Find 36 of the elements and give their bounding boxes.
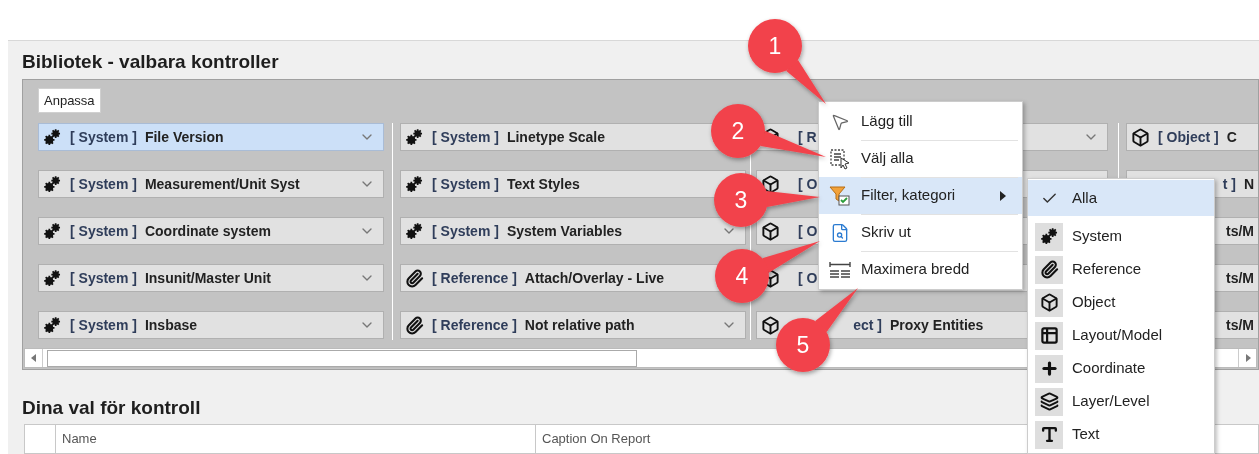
control-name: Coordinate system bbox=[144, 221, 271, 241]
control-name: ts/M bbox=[1226, 315, 1254, 335]
category-label: [ O bbox=[798, 174, 818, 194]
control-name: Proxy Entities bbox=[890, 315, 984, 335]
category-label: [ System ] bbox=[70, 221, 137, 241]
category-label: [ Reference ] bbox=[432, 315, 517, 335]
control-name: N bbox=[1243, 174, 1254, 194]
control-name: Measurement/Unit Syst bbox=[144, 174, 300, 194]
category-label: [ Reference ] bbox=[432, 268, 517, 288]
category-label: [ System ] bbox=[432, 221, 499, 241]
category-label: [ System ] bbox=[70, 174, 137, 194]
section-title: Dina val för kontroll bbox=[22, 396, 201, 421]
control-name: System Variables bbox=[506, 221, 623, 241]
control-name: Text Styles bbox=[506, 174, 580, 194]
category-label: [ O bbox=[798, 268, 818, 288]
category-label: [ System ] bbox=[432, 174, 499, 194]
section-title: Bibliotek - valbara kontroller bbox=[22, 50, 279, 74]
category-label: [ System ] bbox=[70, 127, 137, 147]
category-label: [ Object ] bbox=[1158, 127, 1219, 147]
control-name: Insbase bbox=[144, 315, 198, 335]
category-label: [ O bbox=[798, 221, 818, 241]
control-name: Attach/Overlay - Live bbox=[524, 268, 665, 288]
control-name: Insunit/Master Unit bbox=[144, 268, 271, 288]
category-label: [ System ] bbox=[70, 315, 137, 335]
category-label: [ System ] bbox=[70, 268, 137, 288]
category-label: ect ] bbox=[852, 315, 882, 335]
category-label: [ System ] bbox=[432, 127, 499, 147]
control-name: ts/M bbox=[1226, 221, 1254, 241]
control-name: File Version bbox=[144, 127, 224, 147]
control-name: C bbox=[1226, 127, 1237, 147]
callout-tooltip: 1 bbox=[748, 19, 826, 104]
category-label: t ] bbox=[1222, 174, 1236, 194]
control-name: Linetype Scale bbox=[506, 127, 605, 147]
control-name: Not relative path bbox=[524, 315, 635, 335]
category-label: [ R bbox=[798, 127, 817, 147]
control-name: ts/M bbox=[1226, 268, 1254, 288]
